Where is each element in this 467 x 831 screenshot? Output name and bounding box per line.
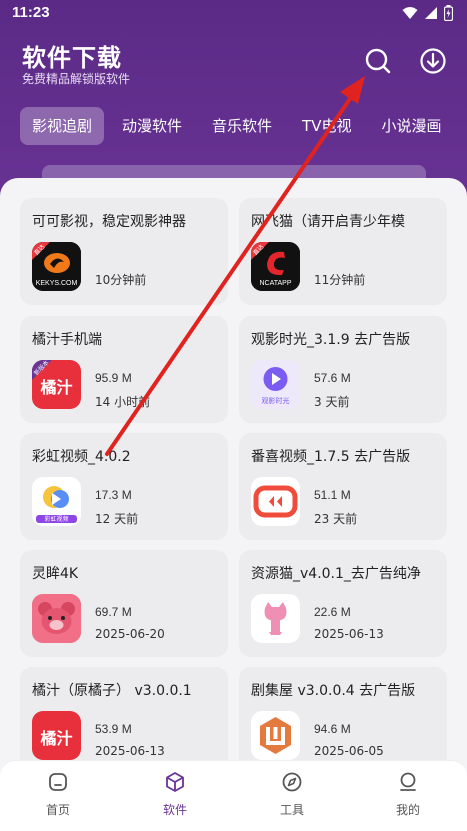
app-card[interactable]: 资源猫_v4.0.1_去广告纯净 22.6 M 2025-06-13: [239, 550, 447, 657]
app-icon-jujiwu: [251, 711, 300, 760]
home-icon: [49, 773, 67, 791]
app-card[interactable]: 灵眸4K 69.7 M 2025-06-20: [20, 550, 228, 657]
app-card[interactable]: 剧集屋 v3.0.0.4 去广告版 94.6 M 2025-06-05: [239, 667, 447, 774]
app-updated: 11分钟前: [314, 273, 366, 287]
app-title: 橘汁手机端: [32, 332, 102, 348]
bottom-nav: 首页 软件 工具 我的: [0, 760, 467, 831]
app-icon-juzhi-orig: 橘汁: [32, 711, 81, 760]
status-icons: [402, 5, 453, 21]
app-grid: 可可影视，稳定观影神器 直达 KEKYS.COM 10分钟前 网飞猫（请开启青少…: [0, 178, 467, 778]
app-card[interactable]: 网飞猫（请开启青少年模 直达 NCATAPP 11分钟前: [239, 198, 447, 305]
app-size: 53.9 M: [95, 722, 132, 736]
app-size: 51.1 M: [314, 488, 351, 502]
app-icon-text: KEKYS.COM: [35, 280, 78, 287]
tab-movies[interactable]: 影视追剧: [20, 107, 105, 145]
app-title: 橘汁（原橘子） v3.0.0.1: [32, 683, 192, 699]
app-size: 57.6 M: [314, 371, 351, 385]
box-icon: [166, 772, 184, 792]
page-subtitle: 免费精品解锁版软件: [22, 72, 131, 86]
app-icon-fanxi: [251, 477, 300, 526]
app-card[interactable]: 番喜视频_1.7.5 去广告版 51.1 M 23 天前: [239, 433, 447, 540]
app-updated: 23 天前: [314, 512, 358, 526]
app-card[interactable]: 橘汁手机端 新版本 橘汁 95.9 M 14 小时前: [20, 316, 228, 423]
app-updated: 10分钟前: [95, 273, 147, 287]
app-card[interactable]: 观影时光_3.1.9 去广告版 观影时光 57.6 M 3 天前: [239, 316, 447, 423]
app-title: 番喜视频_1.7.5 去广告版: [251, 449, 411, 465]
tab-tv[interactable]: TV电视: [290, 107, 363, 145]
app-icon-ncat: 直达 NCATAPP: [251, 242, 300, 291]
tab-novel[interactable]: 小说漫画: [369, 107, 453, 145]
search-icon: [365, 48, 391, 74]
app-icon-guanying: 观影时光: [251, 360, 300, 409]
compass-icon: [282, 772, 302, 792]
app-size: 69.7 M: [95, 605, 132, 619]
app-updated: 12 天前: [95, 512, 139, 526]
signal-icon: [425, 7, 437, 19]
app-title: 观影时光_3.1.9 去广告版: [251, 332, 411, 348]
app-title: 剧集屋 v3.0.0.4 去广告版: [251, 683, 416, 699]
nav-me-label: 我的: [395, 803, 420, 817]
app-icon-text: NCATAPP: [259, 280, 292, 287]
tab-anime[interactable]: 动漫软件: [110, 107, 194, 145]
status-time: 11:23: [12, 4, 50, 21]
download-icon: [420, 48, 446, 74]
battery-icon: [444, 5, 453, 21]
app-title: 灵眸4K: [32, 566, 79, 582]
app-icon-text: 彩虹视频: [44, 516, 69, 523]
app-size: 95.9 M: [95, 371, 132, 385]
app-size: 94.6 M: [314, 722, 351, 736]
page-title: 软件下载: [22, 44, 122, 72]
app-updated: 2025-06-05: [314, 744, 384, 758]
app-icon-lingmou: [32, 594, 81, 643]
app-title: 彩虹视频_4.0.2: [32, 449, 131, 465]
app-icon-text: 橘汁: [40, 378, 73, 397]
nav-home-label: 首页: [45, 803, 70, 817]
nav-home[interactable]: 首页: [18, 771, 98, 818]
nav-me[interactable]: 我的: [368, 771, 448, 818]
app-card[interactable]: 橘汁（原橘子） v3.0.0.1 橘汁 53.9 M 2025-06-13: [20, 667, 228, 774]
nav-software-label: 软件: [162, 803, 187, 817]
app-title: 网飞猫（请开启青少年模: [251, 214, 405, 230]
app-card[interactable]: 可可影视，稳定观影神器 直达 KEKYS.COM 10分钟前: [20, 198, 228, 305]
app-card[interactable]: 彩虹视频_4.0.2 彩虹视频 17.3 M 12 天前: [20, 433, 228, 540]
search-button[interactable]: [361, 44, 395, 78]
app-title: 可可影视，稳定观影神器: [32, 214, 186, 230]
app-icon-text: 观影时光: [261, 397, 290, 405]
app-icon-juzhi: 新版本 橘汁: [32, 360, 81, 409]
wifi-icon: [402, 7, 418, 19]
app-icon-ziyuanmao: [251, 594, 300, 643]
app-icon-caihong: 彩虹视频: [32, 477, 81, 526]
app-updated: 2025-06-13: [314, 627, 384, 641]
category-tabs: 影视追剧 动漫软件 音乐软件 TV电视 小说漫画: [20, 107, 467, 145]
nav-software[interactable]: 软件: [135, 771, 215, 818]
app-size: 17.3 M: [95, 488, 132, 502]
app-title: 资源猫_v4.0.1_去广告纯净: [251, 566, 421, 582]
nav-tools-label: 工具: [279, 803, 304, 817]
download-button[interactable]: [416, 44, 450, 78]
person-icon: [400, 772, 416, 791]
app-size: 22.6 M: [314, 605, 351, 619]
app-icon-text: 橘汁: [40, 729, 73, 748]
nav-tools[interactable]: 工具: [252, 771, 332, 818]
app-updated: 3 天前: [314, 395, 350, 409]
app-icon-kekys: 直达 KEKYS.COM: [32, 242, 81, 291]
app-updated: 2025-06-13: [95, 744, 165, 758]
app-updated: 14 小时前: [95, 395, 151, 409]
status-bar: 11:23: [0, 0, 467, 26]
app-updated: 2025-06-20: [95, 627, 165, 641]
tab-music[interactable]: 音乐软件: [200, 107, 284, 145]
